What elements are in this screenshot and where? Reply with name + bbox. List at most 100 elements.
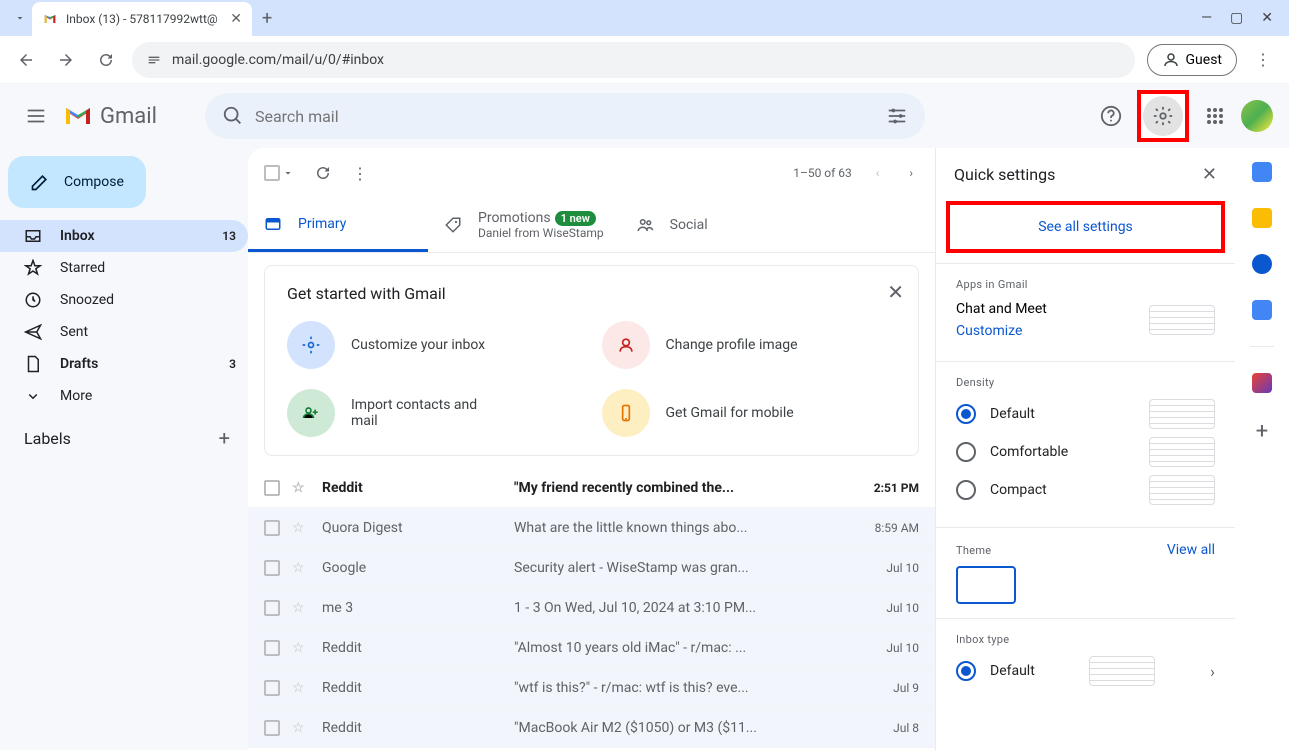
email-row[interactable]: ☆Reddit"My friend recently combined the.…	[248, 468, 935, 508]
density-radio[interactable]	[956, 442, 976, 462]
search-options-icon[interactable]	[875, 94, 919, 138]
star-icon[interactable]: ☆	[292, 680, 310, 696]
close-window-button[interactable]: ✕	[1261, 10, 1273, 26]
email-checkbox[interactable]	[264, 560, 280, 576]
tab-promotions[interactable]: Promotions1 newDaniel from WiseStamp	[428, 198, 620, 252]
reload-button[interactable]	[92, 46, 120, 74]
email-row[interactable]: ☆Quora DigestWhat are the little known t…	[248, 508, 935, 548]
more-button[interactable]: ⋮	[352, 164, 368, 183]
inbox-type-default-radio[interactable]	[956, 661, 976, 681]
tab-social[interactable]: Social	[620, 198, 800, 252]
add-addon-button[interactable]: +	[1256, 419, 1268, 444]
sidebar-item-count: 3	[229, 357, 236, 371]
email-date: Jul 9	[859, 681, 919, 695]
get-started-title: Get started with Gmail	[287, 284, 896, 303]
email-row[interactable]: ☆Reddit"Almost 10 years old iMac" - r/ma…	[248, 628, 935, 668]
search-icon[interactable]	[211, 94, 255, 138]
tasks-icon[interactable]	[1252, 254, 1272, 274]
select-all-checkbox[interactable]	[264, 165, 294, 181]
next-page-button[interactable]: ›	[903, 160, 919, 186]
browser-tab[interactable]: Inbox (13) - 578117992wtt@ ✕	[32, 2, 252, 36]
density-radio[interactable]	[956, 480, 976, 500]
theme-thumbnail[interactable]	[956, 566, 1016, 604]
sidebar-item-starred[interactable]: Starred	[0, 252, 248, 284]
social-tab-icon	[636, 216, 654, 234]
search-bar[interactable]	[205, 93, 925, 139]
tab-title: Inbox (13) - 578117992wtt@	[66, 12, 218, 26]
site-info-icon[interactable]	[146, 52, 162, 68]
star-icon[interactable]: ☆	[292, 480, 310, 496]
sidebar-item-inbox[interactable]: Inbox13	[0, 220, 248, 252]
compose-button[interactable]: Compose	[8, 156, 146, 208]
get-started-item[interactable]: Get Gmail for mobile	[602, 389, 897, 437]
gmail-logo[interactable]: Gmail	[64, 104, 157, 129]
close-card-button[interactable]: ✕	[887, 280, 904, 304]
email-checkbox[interactable]	[264, 600, 280, 616]
refresh-button[interactable]	[314, 164, 332, 182]
email-row[interactable]: ☆Reddit"MacBook Air M2 ($1050) or M3 ($1…	[248, 708, 935, 748]
back-button[interactable]	[12, 46, 40, 74]
main-menu-button[interactable]	[16, 96, 56, 136]
sidebar-item-sent[interactable]: Sent	[0, 316, 248, 348]
tab-sublabel: Daniel from WiseStamp	[478, 226, 604, 240]
star-icon[interactable]: ☆	[292, 640, 310, 656]
account-avatar[interactable]	[1241, 100, 1273, 132]
guest-profile-button[interactable]: Guest	[1147, 44, 1237, 76]
see-all-settings-button[interactable]: See all settings	[954, 209, 1217, 245]
get-started-item[interactable]: Import contacts and mail	[287, 389, 582, 437]
forward-button[interactable]	[52, 46, 80, 74]
customize-link[interactable]: Customize	[956, 323, 1047, 339]
maximize-button[interactable]: ▢	[1230, 10, 1243, 26]
email-checkbox[interactable]	[264, 520, 280, 536]
email-checkbox[interactable]	[264, 720, 280, 736]
get-started-item[interactable]: Customize your inbox	[287, 321, 582, 369]
settings-button[interactable]	[1143, 96, 1183, 136]
density-option-default[interactable]: Default	[956, 399, 1215, 429]
email-checkbox[interactable]	[264, 480, 280, 496]
address-bar[interactable]: mail.google.com/mail/u/0/#inbox	[132, 42, 1135, 78]
calendar-icon[interactable]	[1252, 162, 1272, 182]
email-row[interactable]: ☆GoogleSecurity alert - WiseStamp was gr…	[248, 548, 935, 588]
apps-grid-icon	[1206, 107, 1224, 125]
add-label-button[interactable]: +	[219, 426, 230, 450]
get-started-text: Customize your inbox	[351, 337, 485, 353]
browser-menu-button[interactable]: ⋮	[1249, 50, 1277, 69]
email-row[interactable]: ☆me 31 - 3 On Wed, Jul 10, 2024 at 3:10 …	[248, 588, 935, 628]
sidebar-item-drafts[interactable]: Drafts3	[0, 348, 248, 380]
email-checkbox[interactable]	[264, 640, 280, 656]
addon-icon[interactable]	[1252, 373, 1272, 393]
minimize-button[interactable]: —	[1201, 10, 1212, 26]
density-label: Comfortable	[990, 444, 1068, 460]
tab-list-dropdown[interactable]	[8, 6, 32, 30]
tab-close-icon[interactable]: ✕	[230, 11, 242, 27]
density-label: Default	[990, 406, 1035, 422]
sidebar-item-more[interactable]: More	[0, 380, 248, 412]
new-tab-button[interactable]: +	[262, 8, 272, 29]
star-icon[interactable]: ☆	[292, 600, 310, 616]
support-button[interactable]	[1091, 96, 1131, 136]
density-option-compact[interactable]: Compact	[956, 475, 1215, 505]
close-quick-settings-button[interactable]: ✕	[1202, 164, 1217, 185]
tab-primary[interactable]: Primary	[248, 198, 428, 252]
email-checkbox[interactable]	[264, 680, 280, 696]
refresh-icon	[314, 164, 332, 182]
view-all-themes-link[interactable]: View all	[1167, 542, 1215, 558]
tab-label: Social	[670, 217, 708, 233]
gmail-favicon-icon	[42, 11, 58, 27]
star-icon[interactable]: ☆	[292, 560, 310, 576]
chevron-right-icon[interactable]: ›	[1210, 662, 1215, 681]
search-input[interactable]	[255, 107, 875, 126]
contacts-icon[interactable]	[1252, 300, 1272, 320]
prev-page-button[interactable]: ‹	[870, 160, 886, 186]
email-row[interactable]: ☆Reddit"wtf is this?" - r/mac: wtf is th…	[248, 668, 935, 708]
person-icon	[1162, 51, 1180, 69]
star-icon[interactable]: ☆	[292, 720, 310, 736]
get-started-item[interactable]: Change profile image	[602, 321, 897, 369]
density-option-comfortable[interactable]: Comfortable	[956, 437, 1215, 467]
density-radio[interactable]	[956, 404, 976, 424]
keep-icon[interactable]	[1252, 208, 1272, 228]
google-apps-button[interactable]	[1195, 96, 1235, 136]
labels-heading: Labels +	[0, 412, 248, 450]
star-icon[interactable]: ☆	[292, 520, 310, 536]
sidebar-item-snoozed[interactable]: Snoozed	[0, 284, 248, 316]
